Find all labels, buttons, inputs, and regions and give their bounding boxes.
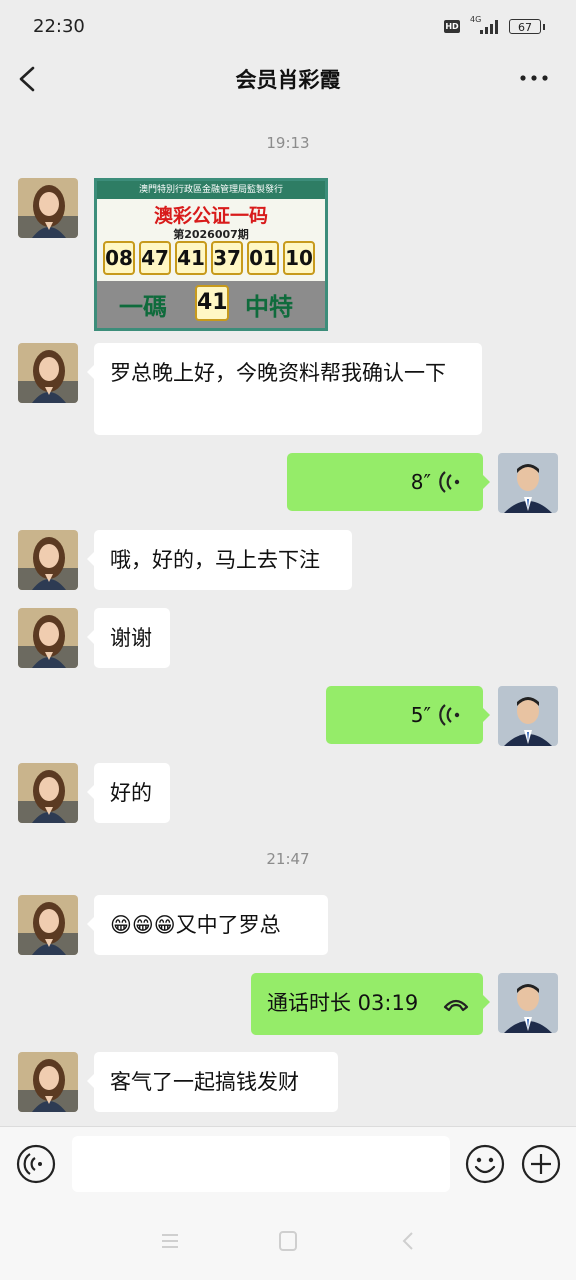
message-bubble-received[interactable]: 谢谢 <box>87 608 170 668</box>
more-options-icon[interactable] <box>518 68 550 88</box>
lottery-title: 澳彩公证一码 <box>153 205 268 227</box>
battery-level: 67 <box>518 21 532 34</box>
menu-icon[interactable] <box>160 1232 180 1250</box>
status-time: 22:30 <box>33 16 85 37</box>
banner-right-text: 中特 <box>245 292 293 321</box>
voice-wave-icon <box>439 471 460 493</box>
message-text: 好的 <box>110 781 152 805</box>
message-bubble-received[interactable]: 😁😁😁又中了罗总 <box>87 895 328 955</box>
voice-duration: 8″ <box>410 470 431 494</box>
hd-icon: HD <box>444 20 460 33</box>
contact-avatar[interactable] <box>18 763 78 823</box>
self-avatar[interactable] <box>498 686 558 746</box>
voice-duration: 5″ <box>410 703 431 727</box>
lottery-number: 01 <box>247 241 279 275</box>
self-avatar[interactable] <box>498 973 558 1033</box>
contact-avatar[interactable] <box>18 895 78 955</box>
phone-hangup-icon <box>443 999 469 1012</box>
contact-avatar[interactable] <box>18 608 78 668</box>
voice-message-sent[interactable]: 5″ <box>326 686 490 744</box>
contact-avatar[interactable] <box>18 343 78 403</box>
message-text: 客气了一起搞钱发财 <box>110 1070 299 1094</box>
message-input[interactable] <box>72 1136 450 1192</box>
call-record-sent[interactable]: 通话时长 03:19 <box>251 973 490 1035</box>
lottery-issuer: 澳門特別行政區金融管理局監製發行 <box>97 181 325 199</box>
lottery-numbers: 08 47 41 37 01 10 <box>103 241 319 277</box>
voice-message-sent[interactable]: 8″ <box>287 453 490 511</box>
message-text: 谢谢 <box>110 626 152 650</box>
voice-wave-icon <box>439 704 460 726</box>
contact-avatar[interactable] <box>18 178 78 238</box>
lottery-number: 10 <box>283 241 315 275</box>
emoji-icon[interactable] <box>465 1144 505 1184</box>
call-duration-text: 通话时长 03:19 <box>267 991 419 1015</box>
home-icon[interactable] <box>278 1230 298 1252</box>
add-icon[interactable] <box>521 1144 561 1184</box>
voice-input-icon[interactable] <box>16 1144 56 1184</box>
message-bubble-received[interactable]: 客气了一起搞钱发财 <box>87 1052 338 1112</box>
message-text: 哦，好的，马上去下注 <box>110 548 320 572</box>
contact-avatar[interactable] <box>18 1052 78 1112</box>
lottery-number: 08 <box>103 241 135 275</box>
lottery-number: 41 <box>175 241 207 275</box>
self-avatar[interactable] <box>498 453 558 513</box>
lottery-period: 第2026007期 <box>173 228 249 241</box>
signal-icon <box>478 18 502 34</box>
message-text: 罗总晚上好，今晚资料帮我确认一下 <box>110 361 446 385</box>
banner-left-text: 一碼 <box>119 292 167 321</box>
lottery-banner: 一碼 41 中特 <box>97 281 325 328</box>
back-nav-icon[interactable] <box>400 1231 416 1251</box>
battery-icon: 67 <box>509 19 545 34</box>
chat-title: 会员肖彩霞 <box>235 68 341 92</box>
message-bubble-received[interactable]: 哦，好的，马上去下注 <box>87 530 352 590</box>
time-divider: 21:47 <box>266 850 310 868</box>
banner-number: 41 <box>195 285 229 321</box>
emoji-grin: 😁😁😁 <box>110 913 176 937</box>
time-divider: 19:13 <box>266 134 310 152</box>
message-bubble-received[interactable]: 好的 <box>87 763 170 823</box>
message-bubble-received[interactable]: 罗总晚上好，今晚资料帮我确认一下 <box>87 343 482 435</box>
lottery-number: 37 <box>211 241 243 275</box>
lottery-number: 47 <box>139 241 171 275</box>
contact-avatar[interactable] <box>18 530 78 590</box>
lottery-image-message[interactable]: 澳門特別行政區金融管理局監製發行 澳彩公证一码 第2026007期 08 47 … <box>94 178 328 331</box>
message-text: 又中了罗总 <box>175 913 281 937</box>
